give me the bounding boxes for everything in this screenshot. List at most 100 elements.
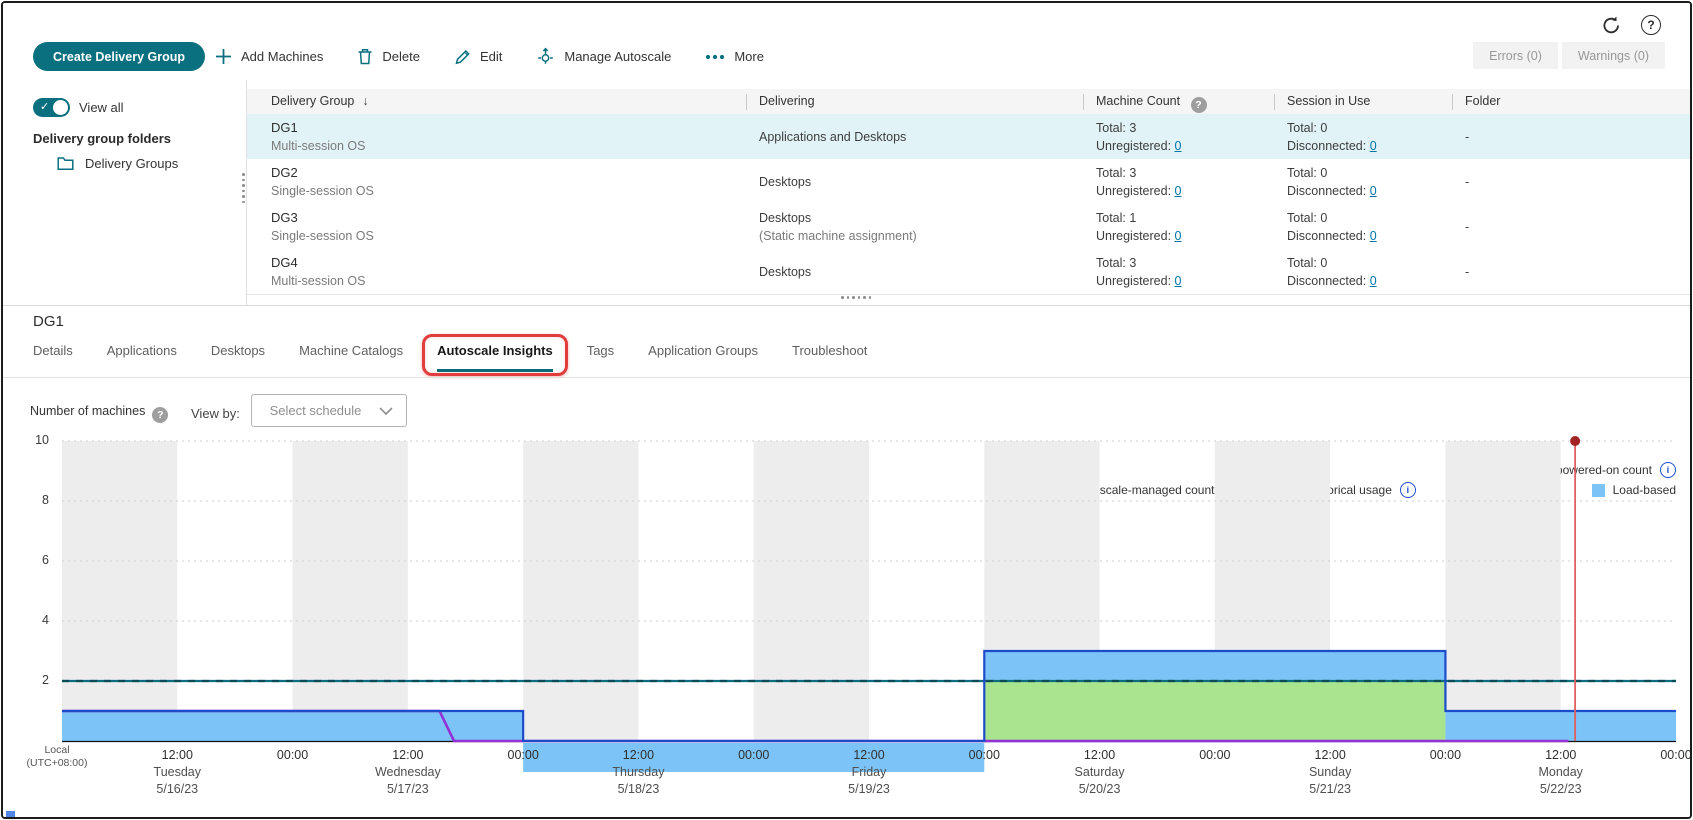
x-tick-time-label: 12:00 <box>368 748 448 762</box>
disconnected-count-link[interactable]: 0 <box>1370 274 1377 288</box>
x-tick-date-label: 5/22/23 <box>1496 782 1626 796</box>
toolbar-top-icons: ? <box>1600 14 1662 36</box>
unregistered-count-link[interactable]: 0 <box>1175 229 1182 243</box>
sort-desc-icon: ↓ <box>362 94 368 108</box>
toolbar: Create Delivery Group Add Machines Delete… <box>3 3 1690 81</box>
current-time-dot <box>1570 436 1580 446</box>
x-tick-day-label: Thursday <box>573 765 703 779</box>
delivery-group-cell: DG2Single-session OS <box>271 164 374 200</box>
toolbar-action-manage-autoscale[interactable]: Manage Autoscale <box>536 47 671 66</box>
column-header-delivery-group[interactable]: Delivery Group↓ <box>271 94 369 108</box>
os-subtitle: Multi-session OS <box>271 274 365 288</box>
citrix-studio-page: Create Delivery Group Add Machines Delete… <box>0 0 1693 820</box>
delivery-group-cell: DG1Multi-session OS <box>271 119 365 155</box>
session-in-use-cell: Total: 0Disconnected: 0 <box>1287 254 1377 290</box>
autoscale-icon <box>536 47 555 66</box>
disconnected-count-link[interactable]: 0 <box>1370 229 1377 243</box>
y-tick-label: 6 <box>17 553 49 567</box>
column-header-folder[interactable]: Folder <box>1465 94 1500 108</box>
detail-title: DG1 <box>33 313 64 330</box>
unregistered-count-link[interactable]: 0 <box>1175 184 1182 198</box>
x-tick-date-label: 5/18/23 <box>573 782 703 796</box>
machine-count-cell: Total: 3Unregistered: 0 <box>1096 254 1181 290</box>
autoscale-insights-chart <box>3 434 1692 789</box>
column-header-delivering[interactable]: Delivering <box>759 94 815 108</box>
ellipsis-icon <box>705 54 725 60</box>
view-all-toggle[interactable]: ✓ <box>33 98 70 117</box>
disconnected-count-link[interactable]: 0 <box>1370 139 1377 153</box>
x-tick-day-label: Monday <box>1496 765 1626 779</box>
toolbar-action-add-machines[interactable]: Add Machines <box>215 48 323 65</box>
unregistered-count-link[interactable]: 0 <box>1175 139 1182 153</box>
help-icon[interactable]: ? <box>1640 14 1662 36</box>
os-subtitle: Single-session OS <box>271 184 374 198</box>
table-row-dg1[interactable]: DG1Multi-session OS Applications and Desk… <box>247 114 1690 160</box>
y-tick-label: 8 <box>17 493 49 507</box>
table-row-dg3[interactable]: DG3Single-session OS Desktops(Static mach… <box>247 204 1690 250</box>
unregistered-count-link[interactable]: 0 <box>1175 274 1182 288</box>
x-tick-date-label: 5/16/23 <box>112 782 242 796</box>
trash-icon <box>357 48 373 65</box>
table-row-dg2[interactable]: DG2Single-session OSDesktopsTotal: 3Unre… <box>247 159 1690 205</box>
delivery-group-cell: DG3Single-session OS <box>271 209 374 245</box>
tab-application-groups[interactable]: Application Groups <box>648 343 758 372</box>
toolbar-action-more[interactable]: More <box>705 49 764 64</box>
folder-cell: - <box>1465 128 1469 146</box>
tab-details[interactable]: Details <box>33 343 73 372</box>
delivering-cell: Desktops(Static machine assignment) <box>759 209 917 245</box>
timezone-label: Local(UTC+08:00) <box>13 744 101 770</box>
create-delivery-group-button[interactable]: Create Delivery Group <box>33 42 205 71</box>
column-header-machine-count[interactable]: Machine Count ? <box>1096 94 1207 113</box>
application-window: Create Delivery Group Add Machines Delete… <box>1 1 1692 819</box>
machine-count-cell: Total: 3Unregistered: 0 <box>1096 119 1181 155</box>
x-tick-time-label: 12:00 <box>829 748 909 762</box>
view-by-label: View by: <box>191 406 240 421</box>
day-band <box>293 441 408 741</box>
x-tick-time-label: 00:00 <box>714 748 794 762</box>
sidebar-item-delivery-groups[interactable]: Delivery Groups <box>57 156 178 171</box>
tab-troubleshoot[interactable]: Troubleshoot <box>792 343 867 372</box>
x-tick-time-label: 00:00 <box>1636 748 1692 762</box>
disconnected-count-link[interactable]: 0 <box>1370 184 1377 198</box>
tab-desktops[interactable]: Desktops <box>211 343 265 372</box>
y-tick-label: 10 <box>17 433 49 447</box>
refresh-icon[interactable] <box>1600 14 1622 36</box>
folder-cell: - <box>1465 263 1469 281</box>
folders-sidebar: ✓ View all Delivery group folders Delive… <box>3 80 247 305</box>
x-tick-time-label: 12:00 <box>1290 748 1370 762</box>
warnings-button[interactable]: Warnings (0) <box>1562 42 1665 69</box>
day-band <box>754 441 869 741</box>
session-in-use-cell: Total: 0Disconnected: 0 <box>1287 119 1377 155</box>
tab-machine-catalogs[interactable]: Machine Catalogs <box>299 343 403 372</box>
annotation-highlight <box>422 334 568 376</box>
y-tick-label: 2 <box>17 673 49 687</box>
tab-autoscale-insights[interactable]: Autoscale Insights <box>437 343 553 372</box>
schedule-select-value: Select schedule <box>252 403 379 418</box>
window-corner-fragment <box>6 811 15 817</box>
y-axis-title: Number of machines ? <box>30 404 168 423</box>
folders-heading: Delivery group folders <box>33 131 171 146</box>
tab-applications[interactable]: Applications <box>107 343 177 372</box>
folder-label: Delivery Groups <box>85 156 178 171</box>
toolbar-action-edit[interactable]: Edit <box>454 48 502 65</box>
os-subtitle: Multi-session OS <box>271 139 365 153</box>
toolbar-action-label: Delete <box>382 49 420 64</box>
table-row-dg4[interactable]: DG4Multi-session OSDesktopsTotal: 3Unreg… <box>247 249 1690 295</box>
machine-count-help-icon[interactable]: ? <box>1191 97 1207 113</box>
toolbar-action-label: Edit <box>480 49 502 64</box>
toolbar-action-delete[interactable]: Delete <box>357 48 420 65</box>
x-tick-day-label: Saturday <box>1035 765 1165 779</box>
number-of-machines-help-icon[interactable]: ? <box>152 407 168 423</box>
x-tick-time-label: 00:00 <box>944 748 1024 762</box>
x-tick-time-label: 00:00 <box>1175 748 1255 762</box>
pencil-icon <box>454 48 471 65</box>
column-header-session-in-use[interactable]: Session in Use <box>1287 94 1370 108</box>
tab-tags[interactable]: Tags <box>587 343 614 372</box>
check-icon: ✓ <box>40 100 49 113</box>
delivering-cell: Applications and Desktops <box>759 128 906 146</box>
panel-resize-handle[interactable] <box>841 296 871 299</box>
x-tick-time-label: 12:00 <box>1060 748 1140 762</box>
schedule-select[interactable]: Select schedule <box>251 394 407 427</box>
sidebar-resize-handle[interactable] <box>242 173 245 203</box>
errors-button[interactable]: Errors (0) <box>1473 42 1558 69</box>
